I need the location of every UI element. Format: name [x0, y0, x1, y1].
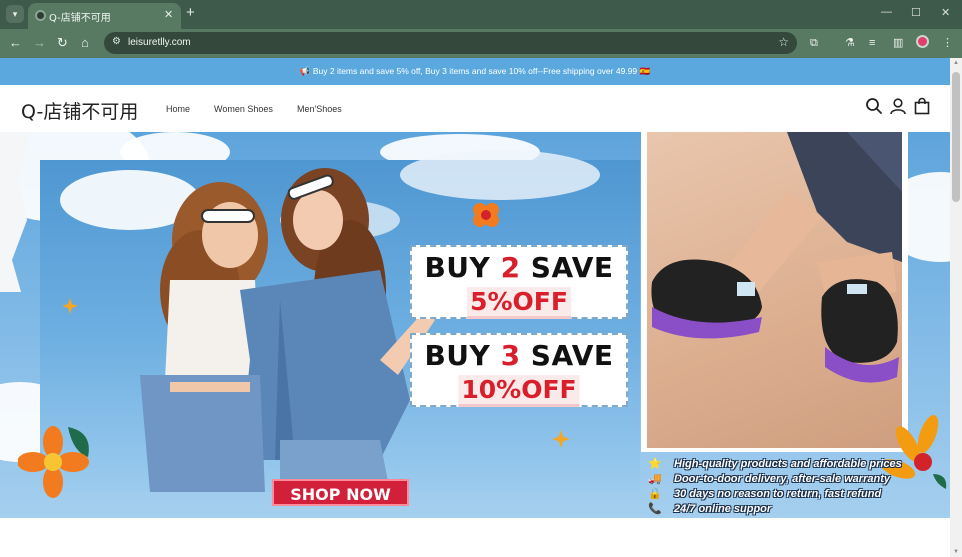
- new-tab-button[interactable]: +: [186, 5, 195, 21]
- feature-item: 🚚 Door-to-door delivery, after-sale warra…: [648, 473, 890, 485]
- home-icon[interactable]: ⌂: [81, 35, 89, 51]
- profile-avatar[interactable]: [916, 35, 929, 48]
- truck-icon: 🚚: [648, 473, 662, 485]
- nav-women-shoes[interactable]: Women Shoes: [214, 104, 273, 114]
- offer-headline: BUY 3 SAVE: [424, 339, 614, 372]
- tab-close-icon[interactable]: ✕: [164, 8, 173, 21]
- offer-discount: 5%OFF: [467, 287, 571, 319]
- extensions-icon[interactable]: ⧉: [810, 35, 818, 51]
- reading-list-icon[interactable]: ≡: [869, 35, 875, 51]
- search-icon[interactable]: [865, 97, 883, 115]
- features-list: ⭐ High-quality products and affordable pr…: [648, 457, 918, 517]
- address-bar[interactable]: ⚙ leisuretlly.com ☆: [104, 32, 797, 54]
- offer-discount: 10%OFF: [458, 375, 580, 407]
- shop-now-button[interactable]: SHOP NOW: [272, 479, 409, 506]
- sneakers-illustration: [651, 132, 902, 383]
- cart-bag-icon[interactable]: [913, 97, 931, 115]
- models-illustration: [140, 168, 435, 492]
- nav-home[interactable]: Home: [166, 104, 190, 114]
- scroll-up-arrow-icon[interactable]: ▲: [953, 60, 959, 66]
- maximize-icon[interactable]: ☐: [911, 6, 921, 19]
- tab-title: Q-店铺不可用: [49, 13, 111, 24]
- nav-mens-shoes[interactable]: Men'Shoes: [297, 104, 342, 114]
- browser-titlebar: ▾ Q-店铺不可用 ✕ + — ☐ ✕: [0, 0, 962, 29]
- hero-photo-left: [40, 150, 640, 492]
- tab-favicon-icon: [35, 10, 46, 21]
- site-info-icon[interactable]: ⚙: [112, 36, 121, 47]
- lock-icon: 🔒: [648, 488, 662, 500]
- feature-item: ⭐ High-quality products and affordable pr…: [648, 458, 902, 470]
- hero-photo-right: [641, 132, 908, 452]
- page-viewport: 📢 Buy 2 items and save 5% off, Buy 3 ite…: [0, 58, 962, 557]
- feature-item: 🔒 30 days no reason to return, fast refun…: [648, 488, 882, 500]
- store-logo[interactable]: Q-店铺不可用: [21, 97, 138, 124]
- announcement-text: Buy 2 items and save 5% off, Buy 3 items…: [312, 66, 638, 76]
- flower-decoration-icon: [18, 426, 89, 498]
- hero-banner[interactable]: BUY 2 SAVE 5%OFF BUY 3 SAVE 10%OFF SHOP …: [0, 132, 950, 518]
- account-icon[interactable]: [889, 97, 907, 115]
- url-text[interactable]: leisuretlly.com: [128, 37, 191, 48]
- bookmark-star-icon[interactable]: ☆: [778, 35, 789, 49]
- reload-icon[interactable]: ↻: [57, 35, 68, 51]
- page-scrollbar[interactable]: ▲ ▼: [950, 58, 962, 557]
- star-icon: ⭐: [648, 458, 662, 470]
- offer-headline: BUY 2 SAVE: [424, 251, 614, 284]
- flag-icon: 🇪🇸: [637, 66, 651, 76]
- forward-icon[interactable]: →: [33, 35, 46, 51]
- offer-card-buy2: BUY 2 SAVE 5%OFF: [410, 245, 628, 319]
- store-header: Q-店铺不可用 Home Women Shoes Men'Shoes: [0, 85, 950, 132]
- tab-search-button[interactable]: ▾: [6, 5, 24, 23]
- offer-card-buy3: BUY 3 SAVE 10%OFF: [410, 333, 628, 407]
- star-sparkle-icon: [62, 298, 78, 314]
- close-window-icon[interactable]: ✕: [941, 6, 950, 19]
- announcement-bar: 📢 Buy 2 items and save 5% off, Buy 3 ite…: [0, 58, 950, 85]
- scroll-down-arrow-icon[interactable]: ▼: [953, 549, 959, 555]
- flower-decoration-icon: [473, 203, 499, 227]
- chrome-menu-icon[interactable]: ⋮: [942, 35, 953, 51]
- megaphone-icon: 📢: [299, 66, 313, 76]
- back-icon[interactable]: ←: [9, 35, 22, 51]
- star-sparkle-icon: [552, 430, 570, 448]
- labs-flask-icon[interactable]: ⚗: [845, 35, 855, 51]
- feature-item: 📞 24/7 online suppor: [648, 503, 772, 515]
- minimize-icon[interactable]: —: [881, 6, 892, 18]
- active-tab[interactable]: Q-店铺不可用 ✕: [28, 3, 181, 29]
- phone-icon: 📞: [648, 503, 662, 515]
- scrollbar-thumb[interactable]: [952, 72, 960, 202]
- browser-toolbar: ← → ↻ ⌂ ⚙ leisuretlly.com ☆ ⧉ ⚗ ≡ ▥ ⋮: [0, 29, 962, 58]
- side-panel-icon[interactable]: ▥: [893, 35, 903, 51]
